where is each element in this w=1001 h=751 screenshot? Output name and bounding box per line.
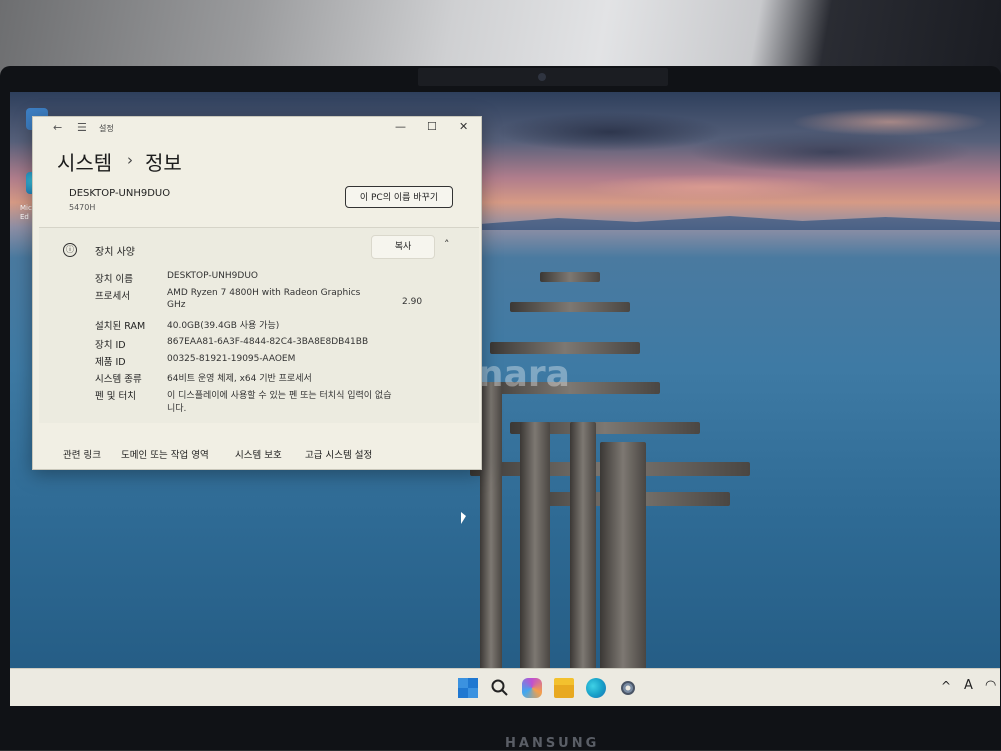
close-button[interactable]: ✕ (459, 120, 468, 133)
window-title: 설정 (99, 124, 114, 133)
screen: joongonara Micro Ed ← ☰ 설정 — ☐ ✕ 시스템 › 정… (10, 92, 1000, 706)
mouse-cursor (461, 512, 466, 524)
related-links: 관련 링크 도메인 또는 작업 영역 시스템 보호 고급 시스템 설정 (33, 435, 481, 469)
rename-pc-button[interactable]: 이 PC의 이름 바꾸기 (345, 186, 453, 208)
ime-indicator[interactable]: A (964, 678, 973, 693)
spec-label-system-type: 시스템 종류 (95, 374, 142, 385)
file-explorer-icon[interactable] (554, 678, 574, 698)
spec-label-ram: 설치된 RAM (95, 321, 146, 332)
spec-label-product-id: 제품 ID (95, 357, 126, 368)
copy-button[interactable]: 복사 (371, 235, 435, 259)
info-icon: ⓘ (63, 243, 77, 257)
settings-window: ← ☰ 설정 — ☐ ✕ 시스템 › 정보 DESKTOP-UNH9DUO 54… (32, 116, 482, 470)
copilot-icon[interactable] (522, 678, 542, 698)
spec-value-processor-unit: GHz (167, 300, 186, 310)
link-system-protection[interactable]: 시스템 보호 (235, 447, 282, 461)
start-icon[interactable] (458, 678, 478, 698)
wallpaper-pier (450, 272, 750, 672)
tray-chevron-icon[interactable]: ^ (941, 679, 951, 693)
spec-value-pen-touch: 이 디스플레이에 사용할 수 있는 펜 또는 터치식 입력이 없습 (167, 391, 392, 401)
spec-label-pen-touch: 펜 및 터치 (95, 391, 136, 402)
link-advanced-system-settings[interactable]: 고급 시스템 설정 (305, 447, 372, 461)
maximize-button[interactable]: ☐ (427, 120, 437, 133)
brand-logo: HANSUNG (505, 736, 600, 751)
breadcrumb-separator: › (127, 151, 133, 169)
spec-value-system-type: 64비트 운영 체제, x64 기반 프로세서 (167, 374, 312, 384)
link-domain-workgroup[interactable]: 도메인 또는 작업 영역 (121, 447, 209, 461)
title-bar: ← ☰ 설정 — ☐ ✕ (33, 117, 481, 139)
device-model: 5470H (69, 203, 96, 212)
related-links-label: 관련 링크 (63, 450, 101, 461)
menu-icon[interactable]: ☰ (77, 121, 87, 134)
wifi-icon[interactable]: ◠ (985, 678, 996, 693)
page-title: 정보 (145, 151, 182, 175)
minimize-button[interactable]: — (395, 120, 406, 133)
taskbar: ^ A ◠ (10, 668, 1000, 706)
spec-value-device-name: DESKTOP-UNH9DUO (167, 271, 259, 281)
spec-value-processor: AMD Ryzen 7 4800H with Radeon Graphics (167, 288, 361, 298)
chevron-up-icon[interactable]: ˄ (444, 238, 450, 251)
search-icon[interactable] (490, 678, 510, 698)
settings-icon[interactable] (618, 678, 638, 698)
spec-value-device-id: 867EAA81-6A3F-4844-82C4-3BA8E8DB41BB (167, 337, 369, 347)
spec-value-product-id: 00325-81921-19095-AAOEM (167, 354, 296, 364)
webcam (418, 68, 668, 86)
spec-label-device-name: 장치 이름 (95, 274, 133, 285)
spec-label-device-id: 장치 ID (95, 340, 126, 351)
spec-value-processor-speed: 2.90 (402, 297, 423, 307)
spec-value-pen-touch-cont: 니다. (167, 404, 187, 414)
breadcrumb-parent[interactable]: 시스템 (57, 147, 112, 176)
spec-label-processor: 프로세서 (95, 291, 130, 302)
edge-icon[interactable] (586, 678, 606, 698)
back-arrow-icon[interactable]: ← (53, 121, 62, 134)
device-specs-header[interactable]: 장치 사양 (95, 243, 135, 258)
pc-name: DESKTOP-UNH9DUO (69, 188, 171, 199)
spec-value-ram: 40.0GB(39.4GB 사용 가능) (167, 321, 280, 331)
